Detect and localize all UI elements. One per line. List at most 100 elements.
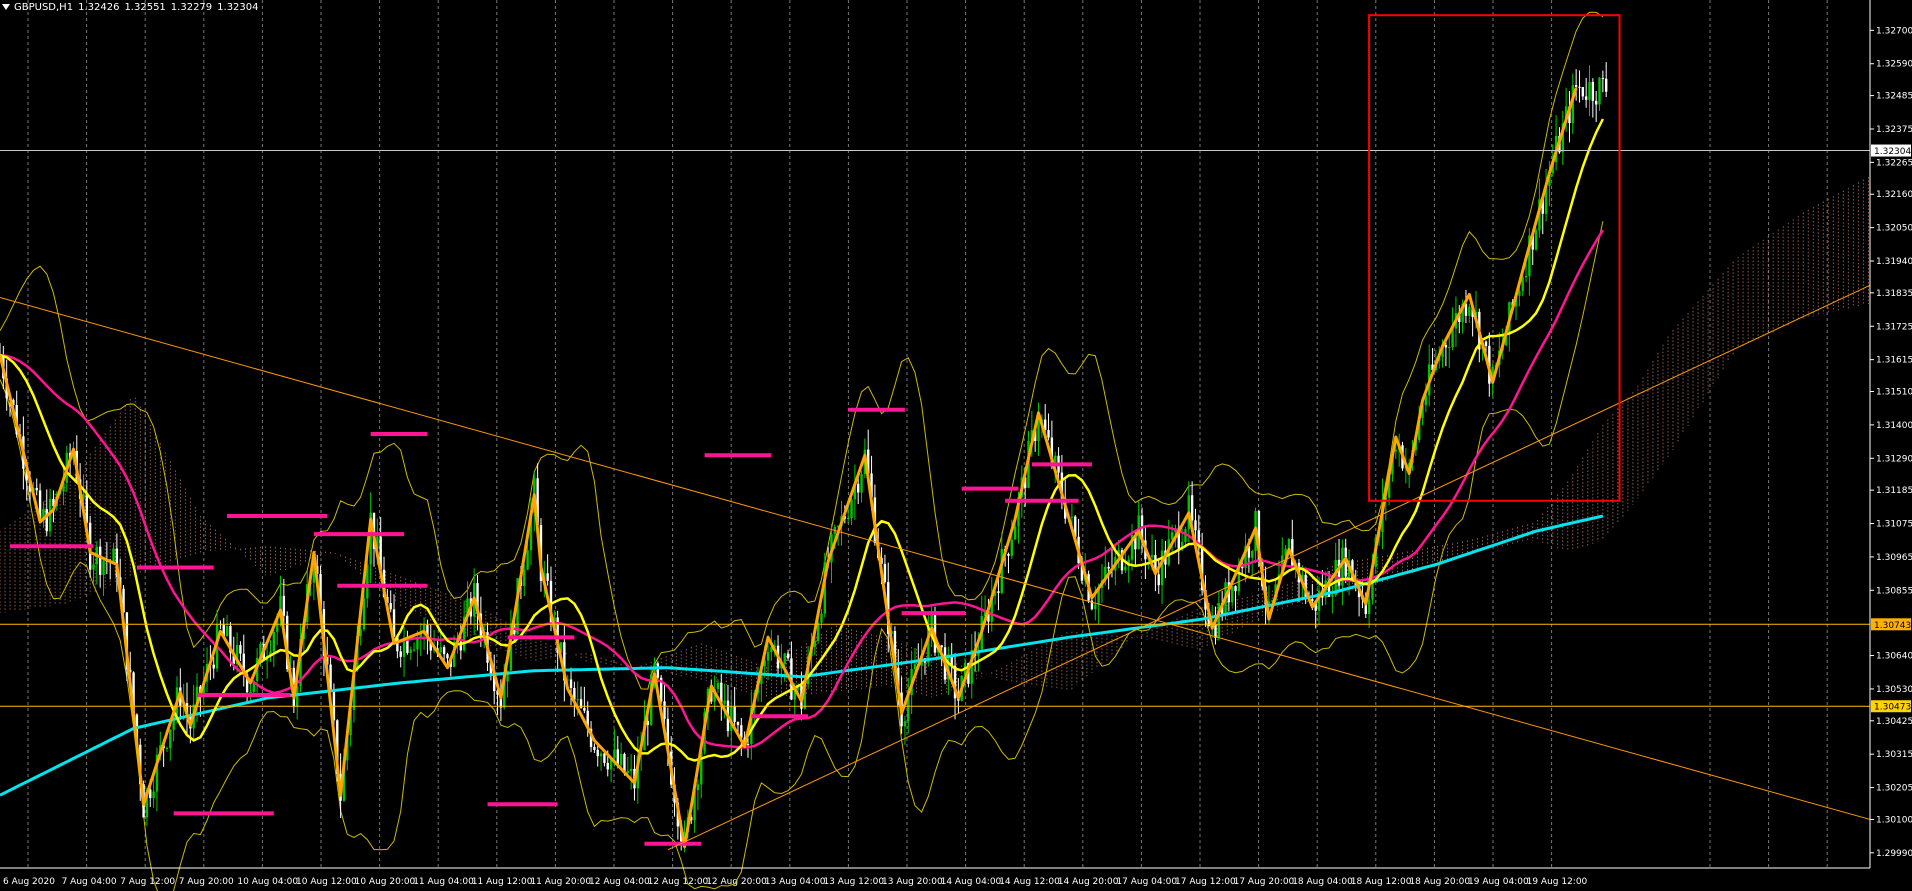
y-tick-label: 1.30100	[1876, 815, 1912, 825]
candle-body	[1124, 566, 1127, 571]
x-tick-label: 10 Aug 12:00	[296, 877, 357, 887]
candle-body	[1094, 604, 1097, 610]
x-tick-label: 17 Aug 20:00	[1234, 877, 1295, 887]
y-tick-label: 1.32050	[1876, 224, 1912, 234]
candle-body	[626, 770, 629, 774]
candle-body	[1190, 495, 1194, 521]
candle-body	[593, 746, 596, 750]
y-tick-label: 1.31185	[1876, 486, 1912, 496]
candle-body	[1534, 230, 1538, 250]
candle-body	[92, 564, 95, 570]
close-value: 1.32304	[217, 1, 259, 13]
candle-body	[1047, 430, 1050, 438]
symbol-label: GBPUSD,H1	[14, 1, 74, 13]
candle-body	[1604, 78, 1608, 92]
candle-body	[1524, 275, 1528, 278]
trendline	[667, 284, 1871, 851]
y-tick-label: 1.30640	[1876, 652, 1912, 662]
candle-body	[1574, 85, 1578, 87]
candle-body	[1287, 539, 1291, 549]
y-tick-label: 1.31725	[1876, 322, 1912, 332]
candle-body	[846, 518, 850, 520]
candle-body	[282, 595, 286, 616]
x-tick-label: 17 Aug 04:00	[1116, 877, 1177, 887]
candle-body	[723, 700, 726, 704]
y-tick-label: 1.31400	[1876, 421, 1912, 431]
price-tag-label: 1.32304	[1874, 147, 1911, 157]
y-tick-label: 1.31835	[1876, 289, 1912, 299]
candle-body	[409, 649, 412, 653]
x-tick-label: 7 Aug 20:00	[179, 877, 234, 887]
candle-body	[1444, 344, 1448, 348]
sma-mid-line	[0, 229, 1604, 749]
candle-body	[546, 573, 549, 581]
x-tick-label: 14 Aug 12:00	[999, 877, 1060, 887]
zigzag-line	[0, 87, 1578, 849]
y-tick-label: 1.31615	[1876, 356, 1912, 366]
candle-body	[35, 487, 38, 491]
candle-body	[1594, 100, 1598, 105]
x-tick-label: 12 Aug 04:00	[589, 877, 650, 887]
candle-body	[746, 744, 750, 746]
x-tick-label: 11 Aug 20:00	[530, 877, 591, 887]
y-tick-label: 1.30315	[1876, 750, 1912, 760]
candle-body	[1170, 532, 1174, 540]
candle-body	[613, 749, 616, 758]
candle-body	[439, 647, 442, 653]
candle-body	[619, 753, 623, 766]
candle-body	[599, 753, 603, 757]
candle-body	[1367, 599, 1371, 614]
candles	[0, 62, 1608, 853]
price-chart[interactable]: 6 Aug 2020 7 Aug 04:00 7 Aug 12:00 7 Aug 20…	[0, 0, 1912, 891]
candle-body	[1484, 341, 1488, 346]
candle-body	[523, 569, 526, 586]
candle-body	[856, 483, 860, 493]
candle-body	[860, 474, 863, 493]
candle-body	[576, 699, 579, 701]
x-tick-label: 10 Aug 20:00	[355, 877, 416, 887]
candle-body	[596, 749, 599, 757]
x-tick-label: 19 Aug 04:00	[1468, 877, 1529, 887]
y-tick-label: 1.31290	[1876, 454, 1912, 464]
x-tick-label: 17 Aug 12:00	[1175, 877, 1236, 887]
y-tick-label: 1.31510	[1876, 388, 1912, 398]
x-tick-label: 14 Aug 04:00	[941, 877, 1002, 887]
chart-window[interactable]: 6 Aug 2020 7 Aug 04:00 7 Aug 12:00 7 Aug 20…	[0, 0, 1912, 891]
candle-body	[603, 753, 606, 763]
candle-body	[1331, 594, 1334, 597]
y-tick-label: 1.31075	[1876, 520, 1912, 530]
candle-body	[1054, 455, 1057, 464]
collapse-arrow-icon[interactable]	[2, 4, 10, 10]
low-value: 1.32279	[170, 1, 213, 13]
candle-body	[45, 509, 48, 532]
candle-body	[736, 721, 740, 726]
candle-body	[389, 603, 392, 610]
x-tick-label: 13 Aug 04:00	[765, 877, 826, 887]
candle-body	[112, 548, 115, 563]
x-tick-label: 11 Aug 04:00	[413, 877, 474, 887]
x-tick-label: 18 Aug 04:00	[1292, 877, 1353, 887]
candle-body	[1601, 77, 1605, 79]
candle-body	[663, 701, 666, 719]
candle-body	[1598, 77, 1601, 105]
candle-body	[1150, 555, 1154, 558]
bollinger-lower	[0, 221, 1604, 891]
candle-body	[903, 721, 907, 727]
high-value: 1.32551	[124, 1, 166, 13]
price-tag-label: 1.30743	[1874, 621, 1911, 631]
y-tick-label: 1.30965	[1876, 553, 1912, 563]
candle-body	[583, 707, 586, 711]
candle-body	[98, 546, 102, 575]
candle-body	[656, 663, 660, 678]
x-tick-label: 18 Aug 12:00	[1351, 877, 1412, 887]
candle-body	[1037, 421, 1040, 441]
candle-body	[850, 499, 853, 519]
y-tick-label: 1.30205	[1876, 784, 1912, 794]
candle-body	[766, 651, 770, 661]
candle-body	[1160, 550, 1164, 586]
x-tick-label: 19 Aug 12:00	[1527, 877, 1588, 887]
open-value: 1.32426	[78, 1, 120, 13]
candle-body	[940, 645, 943, 648]
x-tick-label: 12 Aug 12:00	[648, 877, 709, 887]
candle-body	[629, 768, 633, 771]
